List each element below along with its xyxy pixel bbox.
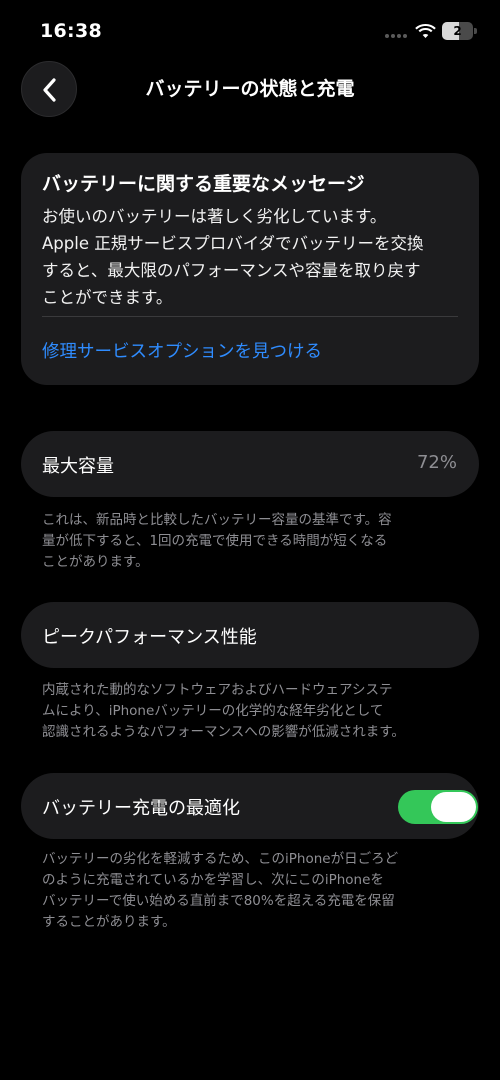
find-repair-options-link[interactable]: 修理サービスオプションを見つける bbox=[42, 338, 322, 363]
peak-performance-label: ピークパフォーマンス性能 bbox=[42, 627, 257, 648]
footnote-line: バッテリーの劣化を軽減するため、このiPhoneが日ごろど bbox=[42, 851, 399, 867]
battery-health-screen: 16:38 2 バッテリーの状態と充電 バッテリーに関する重要なメッセージ お使… bbox=[0, 0, 500, 1080]
message-body-line: ことができます。 bbox=[42, 288, 173, 307]
divider bbox=[42, 316, 458, 317]
optimized-charging-row: バッテリー充電の最適化 bbox=[21, 773, 479, 839]
chevron-left-icon bbox=[43, 78, 56, 102]
maximum-capacity-value: 72% bbox=[416, 452, 457, 473]
maximum-capacity-label: 最大容量 bbox=[42, 456, 114, 477]
footnote-line: することがあります。 bbox=[42, 914, 176, 930]
peak-performance-footnote: 内蔵された動的なソフトウェアおよびハードウェアシステ ムにより、iPhoneバッ… bbox=[42, 680, 462, 743]
footnote-line: ムにより、iPhoneバッテリーの化学的な経年劣化として bbox=[42, 703, 384, 719]
footnote-line: のように充電されているかを学習し、次にこのiPhoneを bbox=[42, 872, 384, 888]
optimized-charging-label: バッテリー充電の最適化 bbox=[42, 798, 240, 819]
message-body-line: すると、最大限のパフォーマンスや容量を取り戻す bbox=[42, 261, 421, 280]
battery-message-card: バッテリーに関する重要なメッセージ お使いのバッテリーは著しく劣化しています。 … bbox=[21, 153, 479, 385]
footnote-line: バッテリーで使い始める直前まで80%を超える充電を保留 bbox=[42, 893, 395, 909]
message-body-line: お使いのバッテリーは著しく劣化しています。 bbox=[42, 207, 387, 226]
optimized-charging-toggle[interactable] bbox=[398, 790, 478, 824]
maximum-capacity-row: 最大容量 72% bbox=[21, 431, 479, 497]
status-time: 16:38 bbox=[40, 20, 102, 42]
battery-cap bbox=[474, 28, 477, 34]
footnote-line: 認識されるようなパフォーマンスへの影響が低減されます。 bbox=[42, 724, 405, 740]
page-title: バッテリーの状態と充電 bbox=[145, 78, 355, 100]
message-body: お使いのバッテリーは著しく劣化しています。 Apple 正規サービスプロバイダで… bbox=[42, 203, 462, 311]
back-button[interactable] bbox=[21, 61, 77, 117]
message-title: バッテリーに関する重要なメッセージ bbox=[42, 173, 365, 195]
wifi-icon bbox=[415, 24, 436, 38]
optimized-charging-footnote: バッテリーの劣化を軽減するため、このiPhoneが日ごろど のように充電されてい… bbox=[42, 849, 462, 933]
status-bar: 16:38 2 bbox=[0, 0, 500, 62]
maximum-capacity-footnote: これは、新品時と比較したバッテリー容量の基準です。容 量が低下すると、1回の充電… bbox=[42, 510, 462, 573]
battery-level: 2 bbox=[453, 24, 462, 38]
footnote-line: これは、新品時と比較したバッテリー容量の基準です。容 bbox=[42, 512, 392, 528]
footnote-line: ことがあります。 bbox=[42, 554, 149, 570]
footnote-line: 量が低下すると、1回の充電で使用できる時間が短くなる bbox=[42, 533, 388, 549]
footnote-line: 内蔵された動的なソフトウェアおよびハードウェアシステ bbox=[42, 682, 393, 698]
signal-dots-icon bbox=[385, 34, 409, 38]
battery-icon: 2 bbox=[442, 22, 473, 40]
message-body-line: Apple 正規サービスプロバイダでバッテリーを交換 bbox=[42, 234, 424, 253]
toggle-knob bbox=[431, 792, 476, 822]
peak-performance-row[interactable]: ピークパフォーマンス性能 bbox=[21, 602, 479, 668]
